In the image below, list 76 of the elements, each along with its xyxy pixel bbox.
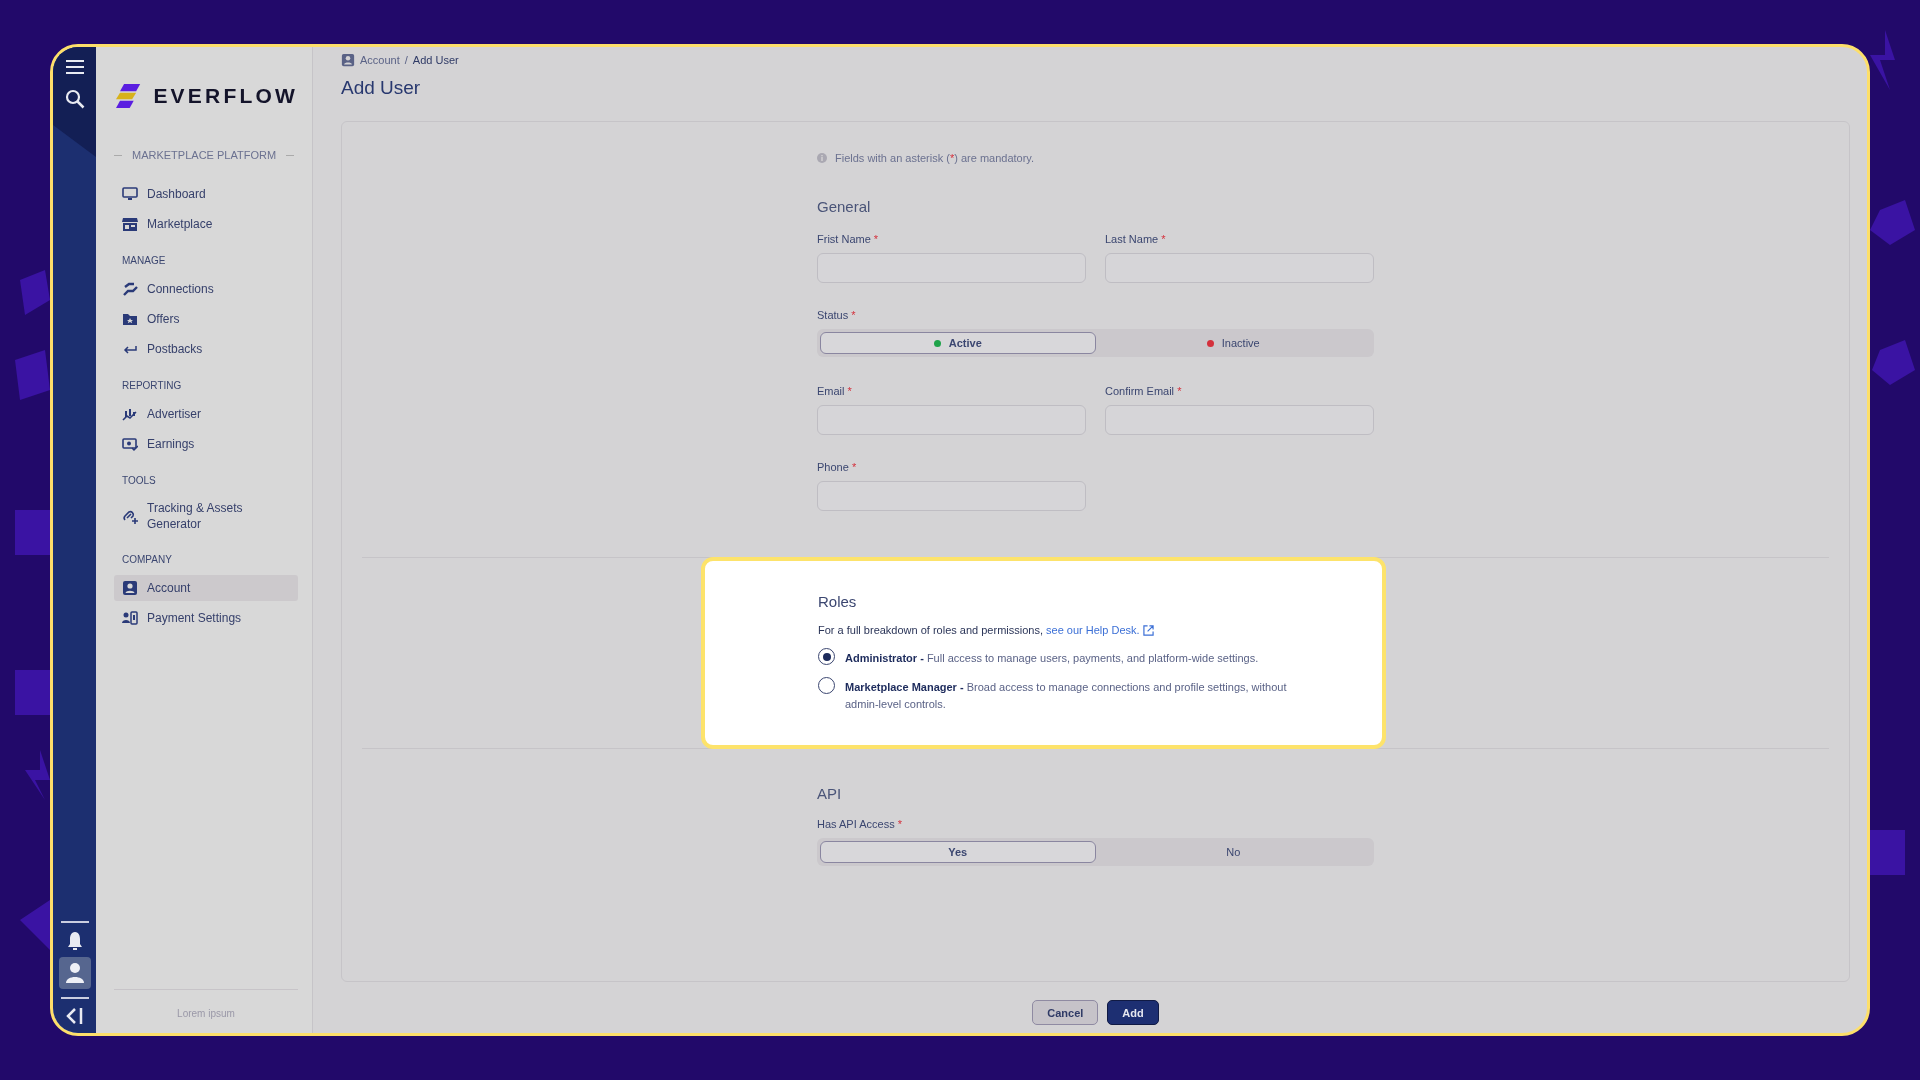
field-label: Frist Name *	[817, 233, 880, 245]
sidebar-item[interactable]: Account	[114, 575, 298, 601]
arrows-icon	[122, 281, 138, 297]
chart-icon	[122, 406, 138, 422]
help-desk-link[interactable]: see our Help Desk.	[1046, 624, 1154, 636]
user-card-icon	[122, 610, 138, 626]
storefront-icon	[122, 216, 138, 232]
sidebar-item[interactable]: Payment Settings	[114, 605, 298, 631]
footer-text: Lorem ipsum	[177, 1008, 235, 1019]
section-heading: General	[817, 198, 872, 215]
collapse-icon[interactable]	[64, 1007, 85, 1025]
search-icon[interactable]	[64, 89, 85, 109]
input-field[interactable]	[817, 405, 1086, 435]
option-label: Yes	[948, 846, 968, 858]
field-label: Last Name *	[1105, 233, 1167, 245]
breadcrumb-item[interactable]: Account	[360, 54, 400, 66]
input-field[interactable]	[817, 253, 1086, 283]
sidebar-item[interactable]: Advertiser	[114, 401, 298, 427]
money-check-icon	[122, 436, 138, 452]
input-field[interactable]	[1105, 253, 1374, 283]
sidebar-item[interactable]: Tracking & Assets Generator	[114, 496, 298, 536]
bell-icon[interactable]	[65, 931, 84, 951]
hexagon-drawing	[1870, 200, 1915, 245]
lightning-drawing	[1870, 30, 1895, 90]
sidebar-item[interactable]: Marketplace	[114, 211, 298, 237]
field-label: Confirm Email *	[1105, 385, 1183, 397]
option-label: No	[1226, 846, 1241, 858]
option-label: Inactive	[1221, 337, 1260, 349]
section-heading: Roles	[818, 593, 858, 610]
link-plus-icon	[122, 508, 138, 524]
platform-label: MARKETPLACE PLATFORM	[132, 149, 277, 161]
folder-star-icon	[122, 311, 138, 327]
sidebar-item[interactable]: Connections	[114, 276, 298, 302]
menu-icon[interactable]	[64, 59, 85, 75]
input-field[interactable]	[817, 481, 1086, 511]
field-label: Has API Access *	[817, 818, 903, 830]
segment-option[interactable]: Inactive	[1095, 332, 1371, 354]
external-link-icon	[1142, 625, 1154, 636]
role-description: Administrator - Full access to manage users, payments, and platform-wide settings.	[845, 651, 1259, 666]
breadcrumb-item: Add User	[412, 54, 459, 66]
field-label: Email *	[817, 385, 853, 397]
user-icon	[64, 962, 85, 984]
input-field[interactable]	[1105, 405, 1374, 435]
monitor-icon	[122, 186, 138, 202]
field-label: Status *	[817, 309, 857, 321]
section-heading: REPORTING	[122, 380, 183, 391]
sidebar-item[interactable]: Postbacks	[114, 336, 298, 362]
section-heading: COMPANY	[122, 554, 173, 565]
segment-option[interactable]: Yes	[820, 841, 1096, 863]
segment-option[interactable]: No	[1095, 841, 1371, 863]
cancel-button[interactable]: Cancel	[1032, 1000, 1099, 1025]
roles-intro: For a full breakdown of roles and permissions, see our Help Desk.	[818, 624, 1362, 636]
page-title: Add User	[341, 77, 422, 99]
sidebar-item[interactable]: Earnings	[114, 431, 298, 457]
breadcrumb-separator: /	[404, 54, 408, 66]
triangle-drawing	[20, 900, 50, 950]
user-icon	[122, 580, 138, 596]
brand-name: EVERFLOW	[153, 84, 298, 108]
section-heading: TOOLS	[122, 475, 157, 486]
square-drawing	[15, 510, 50, 555]
square-drawing	[1870, 830, 1905, 875]
field-label: Phone *	[817, 461, 858, 473]
info-icon	[817, 153, 827, 163]
mandatory-notice: Fields with an asterisk (*) are mandatory.	[835, 152, 1035, 164]
sidebar-item[interactable]: Offers	[114, 306, 298, 332]
section-heading: API	[817, 785, 843, 802]
add-button[interactable]: Add	[1107, 1000, 1159, 1025]
square-drawing	[15, 670, 50, 715]
hexagon-drawing	[1872, 340, 1915, 385]
segment-option[interactable]: Active	[820, 332, 1096, 354]
role-description: Marketplace Manager - Broad access to manage connections and profile settings, without admin-level controls.	[845, 680, 1288, 712]
profile-button[interactable]	[58, 957, 91, 989]
sidebar-item[interactable]: Dashboard	[114, 181, 298, 207]
option-label: Active	[948, 337, 982, 349]
user-icon	[341, 53, 355, 67]
section-heading: MANAGE	[122, 255, 167, 266]
